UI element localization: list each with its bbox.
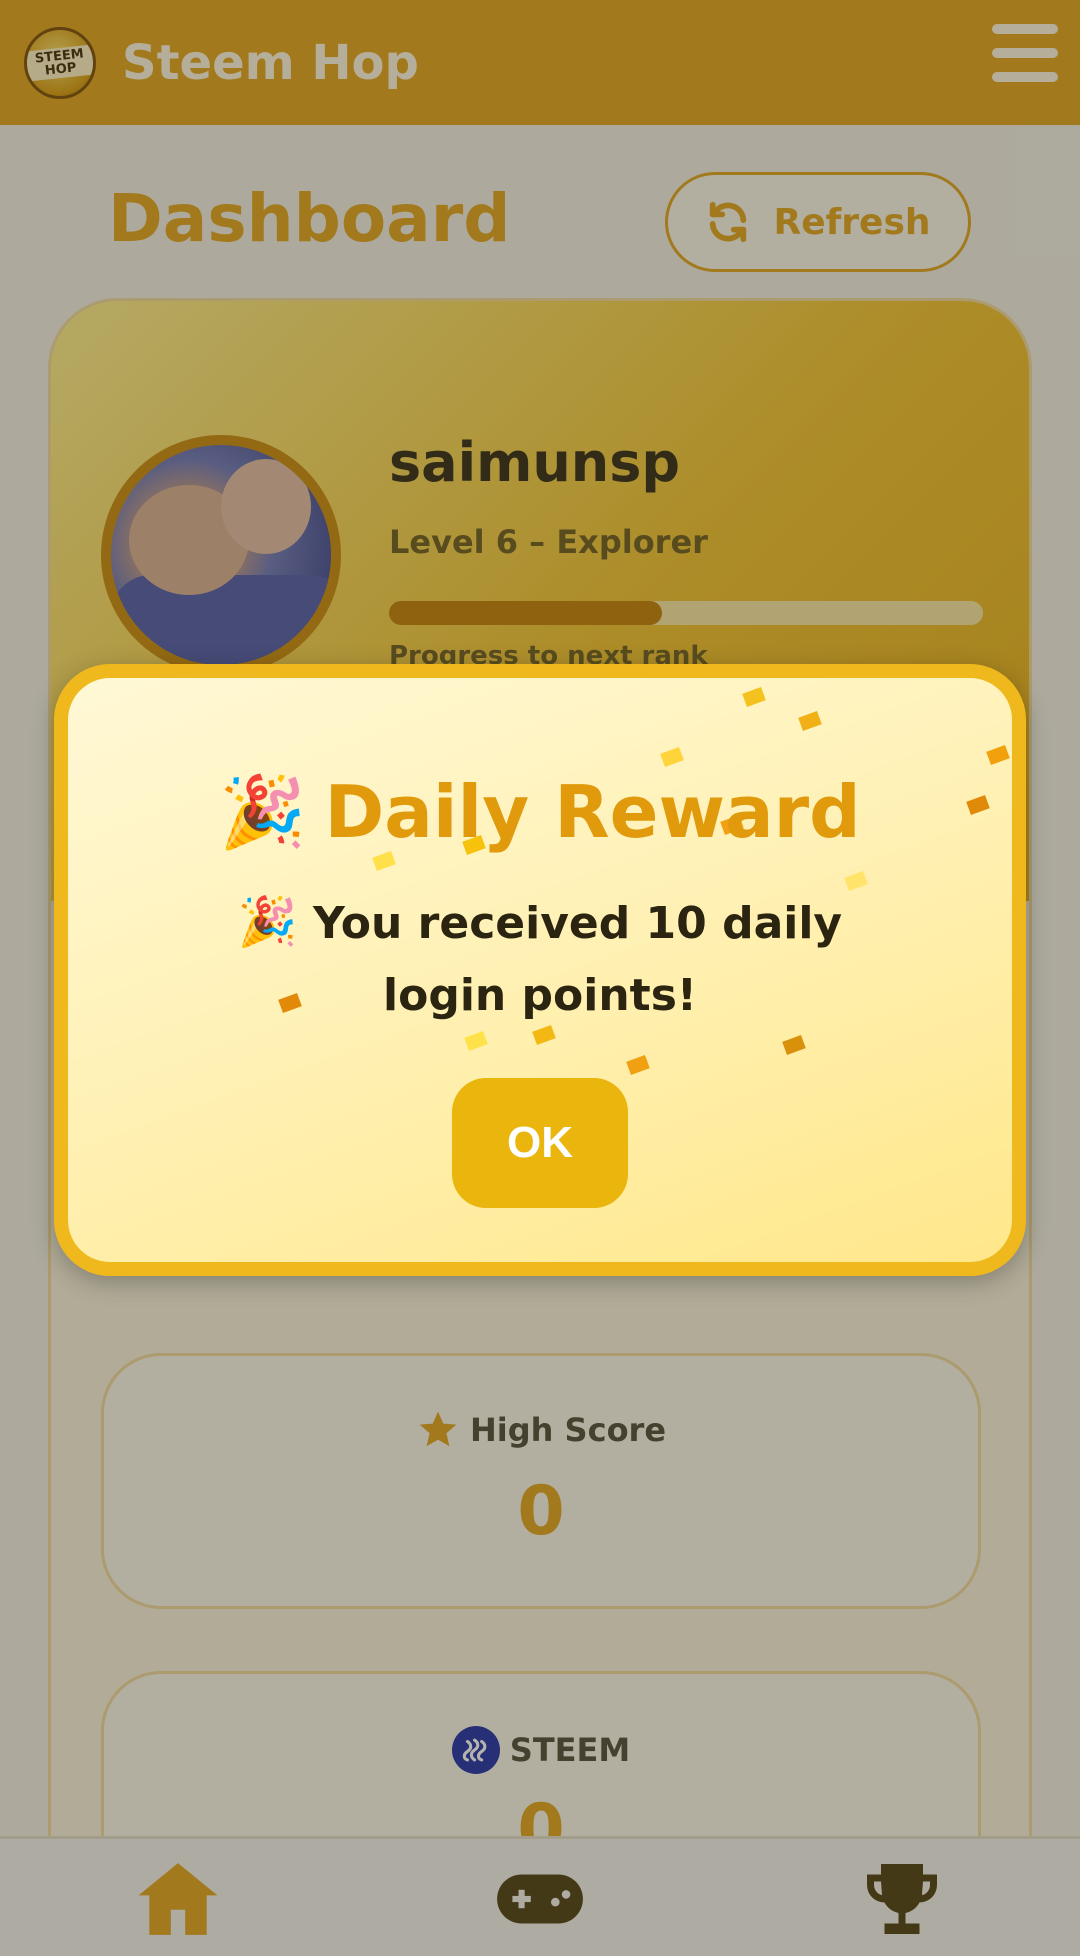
confetti-piece: [660, 747, 684, 767]
party-popper-icon: 🎉: [219, 771, 307, 853]
dialog-title: 🎉 Daily Reward: [68, 770, 1012, 854]
confetti-piece: [986, 745, 1010, 765]
confetti-piece: [782, 1035, 806, 1055]
dialog-message: 🎉 You received 10 daily login points!: [188, 886, 892, 1032]
confetti-piece: [742, 687, 766, 707]
confetti-piece: [626, 1055, 650, 1075]
confetti-piece: [464, 1031, 488, 1051]
confetti-piece: [798, 711, 822, 731]
dialog-title-text: Daily Reward: [324, 770, 861, 854]
party-popper-icon: 🎉: [237, 894, 298, 950]
ok-button[interactable]: OK: [452, 1078, 628, 1208]
dialog-message-text: You received 10 daily login points!: [312, 898, 843, 1021]
confetti-piece: [372, 851, 396, 871]
daily-reward-dialog: 🎉 Daily Reward 🎉 You received 10 daily l…: [54, 664, 1026, 1276]
